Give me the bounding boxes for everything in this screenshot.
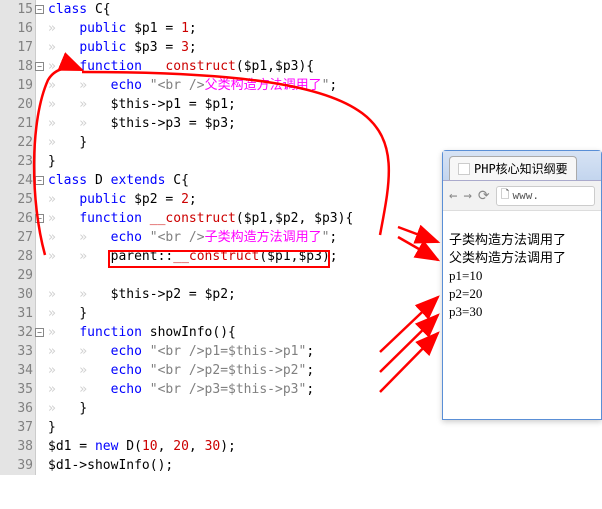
line-number: 38 [0, 437, 36, 456]
back-icon[interactable]: ← [449, 188, 457, 204]
code-content: » } [36, 399, 442, 418]
code-line[interactable]: 17» public $p3 = 3; [0, 38, 442, 57]
line-number: 17 [0, 38, 36, 57]
line-number: 29 [0, 266, 36, 285]
tab-title: PHP核心知识纲要 [474, 160, 568, 177]
line-number: 24− [0, 171, 36, 190]
code-content: } [36, 418, 442, 437]
code-line[interactable]: 39$d1->showInfo(); [0, 456, 442, 475]
line-number: 30 [0, 285, 36, 304]
code-content: » function __construct($p1,$p3){ [36, 57, 442, 76]
code-line[interactable]: 19» » echo "<br />父类构造方法调用了"; [0, 76, 442, 95]
output-line: p2=20 [449, 285, 595, 303]
fold-icon[interactable]: − [35, 214, 44, 223]
browser-viewport: 子类构造方法调用了父类构造方法调用了p1=10p2=20p3=30 [443, 211, 601, 327]
code-content: class C{ [36, 0, 442, 19]
browser-tabbar: PHP核心知识纲要 [443, 151, 601, 181]
code-content: » function showInfo(){ [36, 323, 442, 342]
fold-icon[interactable]: − [35, 5, 44, 14]
code-line[interactable]: 37} [0, 418, 442, 437]
code-line[interactable]: 25» public $p2 = 2; [0, 190, 442, 209]
code-line[interactable]: 29 [0, 266, 442, 285]
line-number: 23 [0, 152, 36, 171]
fold-icon[interactable]: − [35, 62, 44, 71]
code-content: » » $this->p1 = $p1; [36, 95, 442, 114]
code-line[interactable]: 30» » $this->p2 = $p2; [0, 285, 442, 304]
code-content: $d1 = new D(10, 20, 30); [36, 437, 442, 456]
browser-tab[interactable]: PHP核心知识纲要 [449, 156, 577, 180]
line-number: 35 [0, 380, 36, 399]
line-number: 21 [0, 114, 36, 133]
line-number: 31 [0, 304, 36, 323]
line-number: 18− [0, 57, 36, 76]
line-number: 33 [0, 342, 36, 361]
output-line: p1=10 [449, 267, 595, 285]
reload-icon[interactable]: ⟳ [478, 188, 490, 204]
output-line: 子类构造方法调用了 [449, 231, 595, 249]
forward-icon[interactable]: → [463, 188, 471, 204]
code-content: » } [36, 304, 442, 323]
code-content [36, 266, 442, 285]
browser-window: PHP核心知识纲要 ← → ⟳ 🗋 www. 子类构造方法调用了父类构造方法调用… [442, 150, 602, 420]
code-content: class D extends C{ [36, 171, 442, 190]
code-line[interactable]: 34» » echo "<br />p2=$this->p2"; [0, 361, 442, 380]
code-line[interactable]: 15−class C{ [0, 0, 442, 19]
line-number: 32− [0, 323, 36, 342]
code-content: » » $this->p3 = $p3; [36, 114, 442, 133]
output-line: p3=30 [449, 303, 595, 321]
line-number: 25 [0, 190, 36, 209]
page-icon: 🗋 [501, 186, 510, 205]
code-content: } [36, 152, 442, 171]
page-icon [458, 163, 470, 175]
code-line[interactable]: 24−class D extends C{ [0, 171, 442, 190]
code-line[interactable]: 35» » echo "<br />p3=$this->p3"; [0, 380, 442, 399]
code-content: » public $p1 = 1; [36, 19, 442, 38]
code-line[interactable]: 20» » $this->p1 = $p1; [0, 95, 442, 114]
line-number: 16 [0, 19, 36, 38]
code-line[interactable]: 38$d1 = new D(10, 20, 30); [0, 437, 442, 456]
line-number: 27 [0, 228, 36, 247]
output-line: 父类构造方法调用了 [449, 249, 595, 267]
line-number: 19 [0, 76, 36, 95]
line-number: 28 [0, 247, 36, 266]
browser-toolbar: ← → ⟳ 🗋 www. [443, 181, 601, 211]
code-content: » } [36, 133, 442, 152]
line-number: 37 [0, 418, 36, 437]
address-bar[interactable]: 🗋 www. [496, 186, 595, 206]
code-line[interactable]: 21» » $this->p3 = $p3; [0, 114, 442, 133]
code-content: $d1->showInfo(); [36, 456, 442, 475]
code-line[interactable]: 36» } [0, 399, 442, 418]
line-number: 22 [0, 133, 36, 152]
url-text: www. [512, 189, 539, 202]
code-line[interactable]: 31» } [0, 304, 442, 323]
line-number: 36 [0, 399, 36, 418]
code-content: » » echo "<br />子类构造方法调用了"; [36, 228, 442, 247]
code-line[interactable]: 23} [0, 152, 442, 171]
code-content: » public $p3 = 3; [36, 38, 442, 57]
code-content: » » echo "<br />p1=$this->p1"; [36, 342, 442, 361]
code-line[interactable]: 18−» function __construct($p1,$p3){ [0, 57, 442, 76]
code-line[interactable]: 16» public $p1 = 1; [0, 19, 442, 38]
code-line[interactable]: 32−» function showInfo(){ [0, 323, 442, 342]
line-number: 34 [0, 361, 36, 380]
code-content: » » $this->p2 = $p2; [36, 285, 442, 304]
code-content: » » echo "<br />父类构造方法调用了"; [36, 76, 442, 95]
highlight-box [108, 250, 330, 268]
line-number: 20 [0, 95, 36, 114]
code-line[interactable]: 26−» function __construct($p1,$p2, $p3){ [0, 209, 442, 228]
line-number: 26− [0, 209, 36, 228]
code-line[interactable]: 22» } [0, 133, 442, 152]
fold-icon[interactable]: − [35, 176, 44, 185]
code-content: » » echo "<br />p3=$this->p3"; [36, 380, 442, 399]
code-line[interactable]: 33» » echo "<br />p1=$this->p1"; [0, 342, 442, 361]
line-number: 39 [0, 456, 36, 475]
code-line[interactable]: 27» » echo "<br />子类构造方法调用了"; [0, 228, 442, 247]
code-content: » » echo "<br />p2=$this->p2"; [36, 361, 442, 380]
code-content: » public $p2 = 2; [36, 190, 442, 209]
fold-icon[interactable]: − [35, 328, 44, 337]
code-content: » function __construct($p1,$p2, $p3){ [36, 209, 442, 228]
line-number: 15− [0, 0, 36, 19]
